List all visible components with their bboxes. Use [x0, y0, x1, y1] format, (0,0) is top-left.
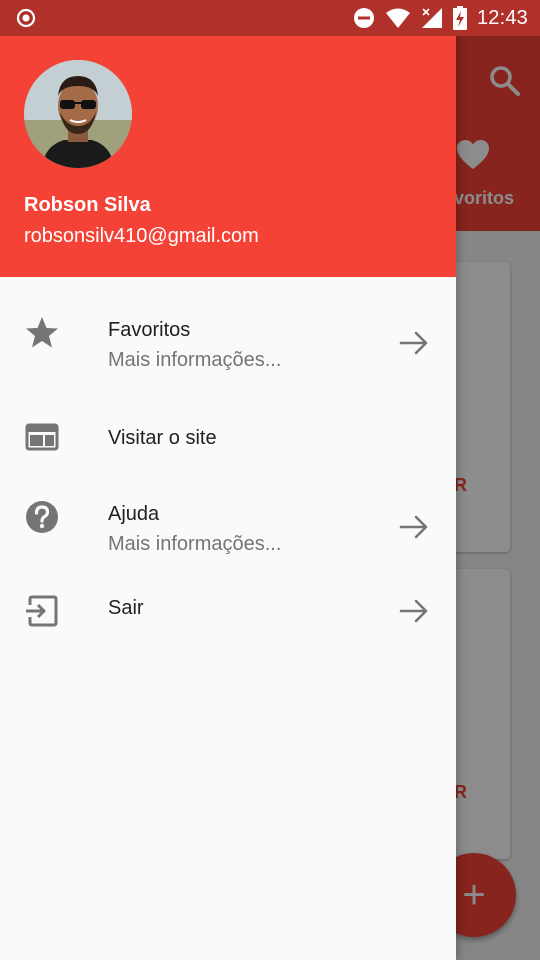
help-icon [26, 501, 58, 533]
do-not-disturb-icon [353, 8, 374, 28]
menu-item-title: Favoritos [108, 319, 191, 341]
user-name: Robson Silva [24, 194, 151, 216]
avatar-photo [24, 60, 132, 168]
arrow-forward-icon [399, 599, 428, 623]
signal-icon [421, 8, 442, 28]
menu-item-subtitle: Mais informações... [108, 533, 282, 555]
arrow-forward-icon [399, 515, 428, 539]
menu-item-title: Sair [108, 597, 144, 619]
menu-item-sair[interactable]: Sair [0, 581, 456, 677]
menu-item-title: Ajuda [108, 503, 160, 525]
battery-charging-icon [452, 6, 467, 30]
avatar[interactable] [24, 60, 132, 168]
web-icon [25, 423, 59, 451]
user-email: robsonsilv410@gmail.com [24, 225, 259, 247]
drawer-menu: Favoritos Mais informações... Visitar o … [0, 277, 456, 661]
status-icons: 12:43 [353, 0, 528, 36]
menu-item-title: Visitar o site [108, 427, 217, 449]
star-icon [26, 317, 58, 348]
arrow-forward-icon [399, 331, 428, 355]
exit-icon [26, 595, 58, 627]
status-bar: 12:43 [0, 0, 540, 36]
menu-item-visitar-site[interactable]: Visitar o site [0, 389, 456, 485]
navigation-drawer: Robson Silva robsonsilv410@gmail.com Fav… [0, 0, 456, 960]
drawer-header: Robson Silva robsonsilv410@gmail.com [0, 36, 456, 277]
menu-item-favoritos[interactable]: Favoritos Mais informações... [0, 277, 456, 373]
menu-item-ajuda[interactable]: Ajuda Mais informações... [0, 485, 456, 581]
wifi-icon [385, 8, 410, 28]
status-time: 12:43 [476, 6, 528, 29]
record-icon [16, 8, 36, 28]
menu-item-subtitle: Mais informações... [108, 349, 282, 371]
